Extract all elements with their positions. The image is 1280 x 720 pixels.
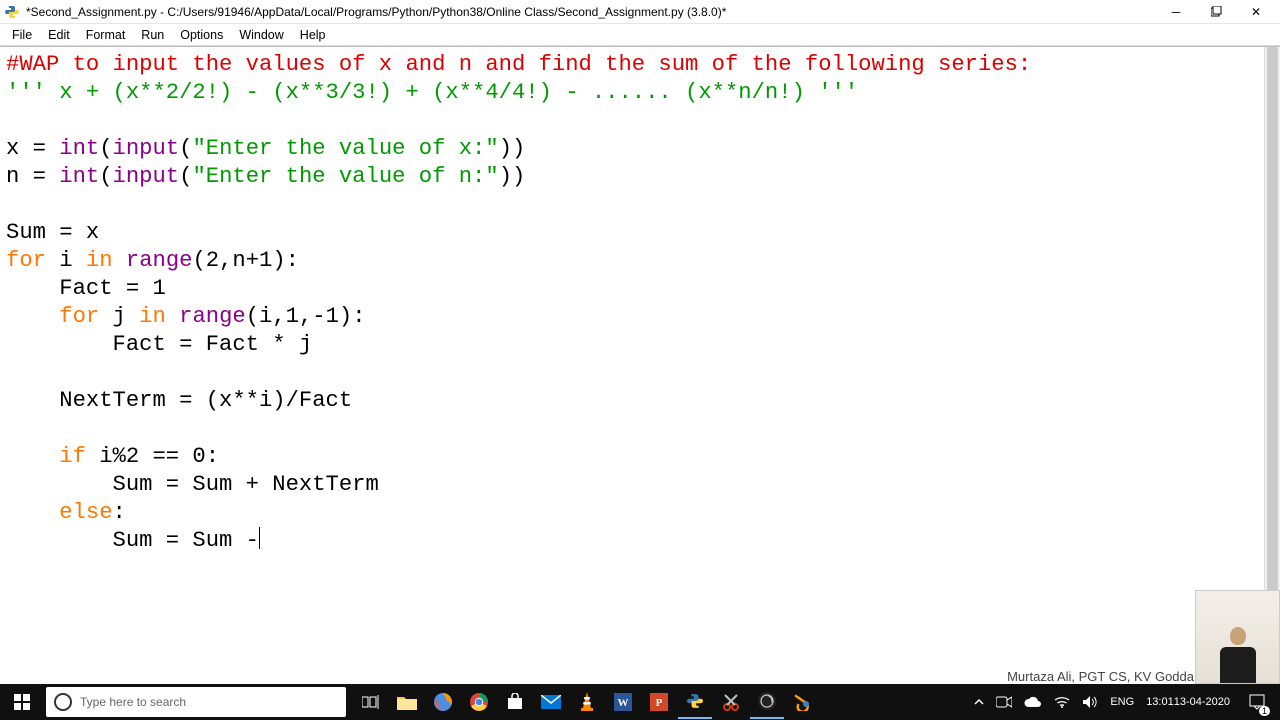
code-text: (2,n+1): (192, 248, 299, 273)
search-placeholder: Type here to search (80, 695, 186, 709)
code-text: "Enter the value of x:" (192, 136, 498, 161)
code-line: Fact = 1 (6, 276, 166, 301)
code-line: NextTerm = (x**i)/Fact (6, 388, 352, 413)
maximize-button[interactable] (1196, 0, 1236, 24)
mail-icon[interactable] (534, 685, 568, 719)
code-line: Sum = Sum + NextTerm (6, 472, 379, 497)
code-text: input (113, 164, 180, 189)
code-line: #WAP to input the values of x and n and … (6, 52, 1031, 77)
code-text: i%2 == 0: (86, 444, 219, 469)
code-text: ( (179, 164, 192, 189)
obs-icon[interactable] (750, 685, 784, 719)
code-text: int (59, 136, 99, 161)
taskbar-apps: W P (354, 685, 820, 719)
tray-volume-icon[interactable] (1080, 684, 1100, 720)
code-text: (i,1,-1): (246, 304, 366, 329)
code-text: )) (499, 136, 526, 161)
taskbar: Type here to search W P ENG (0, 684, 1280, 720)
code-text: : (113, 500, 126, 525)
code-text: input (113, 136, 180, 161)
code-line: Fact = Fact * j (6, 332, 312, 357)
code-text: ( (99, 136, 112, 161)
tray-wifi-icon[interactable] (1052, 684, 1072, 720)
code-text: range (179, 304, 246, 329)
menu-run[interactable]: Run (133, 26, 172, 44)
python-idle-icon (4, 4, 20, 20)
code-text: )) (499, 164, 526, 189)
code-text: if (59, 444, 86, 469)
code-text: range (126, 248, 193, 273)
start-button[interactable] (0, 684, 44, 720)
code-editor[interactable]: #WAP to input the values of x and n and … (0, 47, 1264, 684)
credit-label: Murtaza Ali, PGT CS, KV Godda (1007, 669, 1194, 684)
code-text (6, 500, 59, 525)
idle-taskbar-icon[interactable] (678, 685, 712, 719)
code-text: in (86, 248, 113, 273)
vlc-icon[interactable] (570, 685, 604, 719)
code-text: int (59, 164, 99, 189)
code-text: for (6, 248, 46, 273)
blender-icon[interactable] (786, 685, 820, 719)
tray-date: 13-04-2020 (1174, 696, 1230, 709)
system-tray: ENG 13:01 13-04-2020 1 (972, 684, 1280, 720)
vertical-scrollbar[interactable] (1264, 47, 1280, 684)
chrome-icon[interactable] (462, 685, 496, 719)
tray-chevron-icon[interactable] (972, 684, 986, 720)
editor-area: #WAP to input the values of x and n and … (0, 46, 1280, 684)
tray-notifications-icon[interactable]: 1 (1240, 684, 1274, 720)
store-icon[interactable] (498, 685, 532, 719)
minimize-button[interactable]: ─ (1156, 0, 1196, 24)
tray-time: 13:01 (1146, 696, 1174, 709)
code-text (166, 304, 179, 329)
window-controls: ─ ✕ (1156, 0, 1276, 24)
code-text: else (59, 500, 112, 525)
code-text: in (139, 304, 166, 329)
tray-clock[interactable]: 13:01 13-04-2020 (1144, 684, 1232, 720)
firefox-icon[interactable] (426, 685, 460, 719)
menu-window[interactable]: Window (231, 26, 291, 44)
word-icon[interactable]: W (606, 685, 640, 719)
tray-onedrive-icon[interactable] (1022, 684, 1044, 720)
code-text: j (99, 304, 139, 329)
svg-text:W: W (618, 697, 629, 709)
menu-file[interactable]: File (4, 26, 40, 44)
menubar: File Edit Format Run Options Window Help (0, 24, 1280, 46)
code-text (6, 444, 59, 469)
menu-edit[interactable]: Edit (40, 26, 78, 44)
code-line: Sum = x (6, 220, 99, 245)
titlebar: *Second_Assignment.py - C:/Users/91946/A… (0, 0, 1280, 24)
code-text: ( (179, 136, 192, 161)
code-line: ''' x + (x**2/2!) - (x**3/3!) + (x**4/4!… (6, 80, 858, 105)
snip-icon[interactable] (714, 685, 748, 719)
svg-text:P: P (656, 697, 663, 709)
menu-help[interactable]: Help (292, 26, 334, 44)
tray-language[interactable]: ENG (1108, 684, 1136, 720)
cortana-icon (54, 693, 72, 711)
taskbar-search[interactable]: Type here to search (46, 687, 346, 717)
code-text: n = (6, 164, 59, 189)
code-text: i (46, 248, 86, 273)
code-text: ( (99, 164, 112, 189)
file-explorer-icon[interactable] (390, 685, 424, 719)
powerpoint-icon[interactable]: P (642, 685, 676, 719)
text-cursor (259, 527, 260, 549)
tray-meet-now-icon[interactable] (994, 684, 1014, 720)
menu-options[interactable]: Options (172, 26, 231, 44)
menu-format[interactable]: Format (78, 26, 134, 44)
notification-badge: 1 (1259, 706, 1270, 716)
presenter-figure (1220, 623, 1256, 683)
code-text (113, 248, 126, 273)
window-title: *Second_Assignment.py - C:/Users/91946/A… (26, 5, 1156, 19)
code-text: x = (6, 136, 59, 161)
code-text: "Enter the value of n:" (192, 164, 498, 189)
scrollbar-thumb[interactable] (1267, 47, 1278, 684)
code-line: Sum = Sum - (6, 528, 259, 553)
code-text (6, 304, 59, 329)
code-text: for (59, 304, 99, 329)
task-view-icon[interactable] (354, 685, 388, 719)
close-button[interactable]: ✕ (1236, 0, 1276, 24)
webcam-overlay (1195, 590, 1280, 684)
